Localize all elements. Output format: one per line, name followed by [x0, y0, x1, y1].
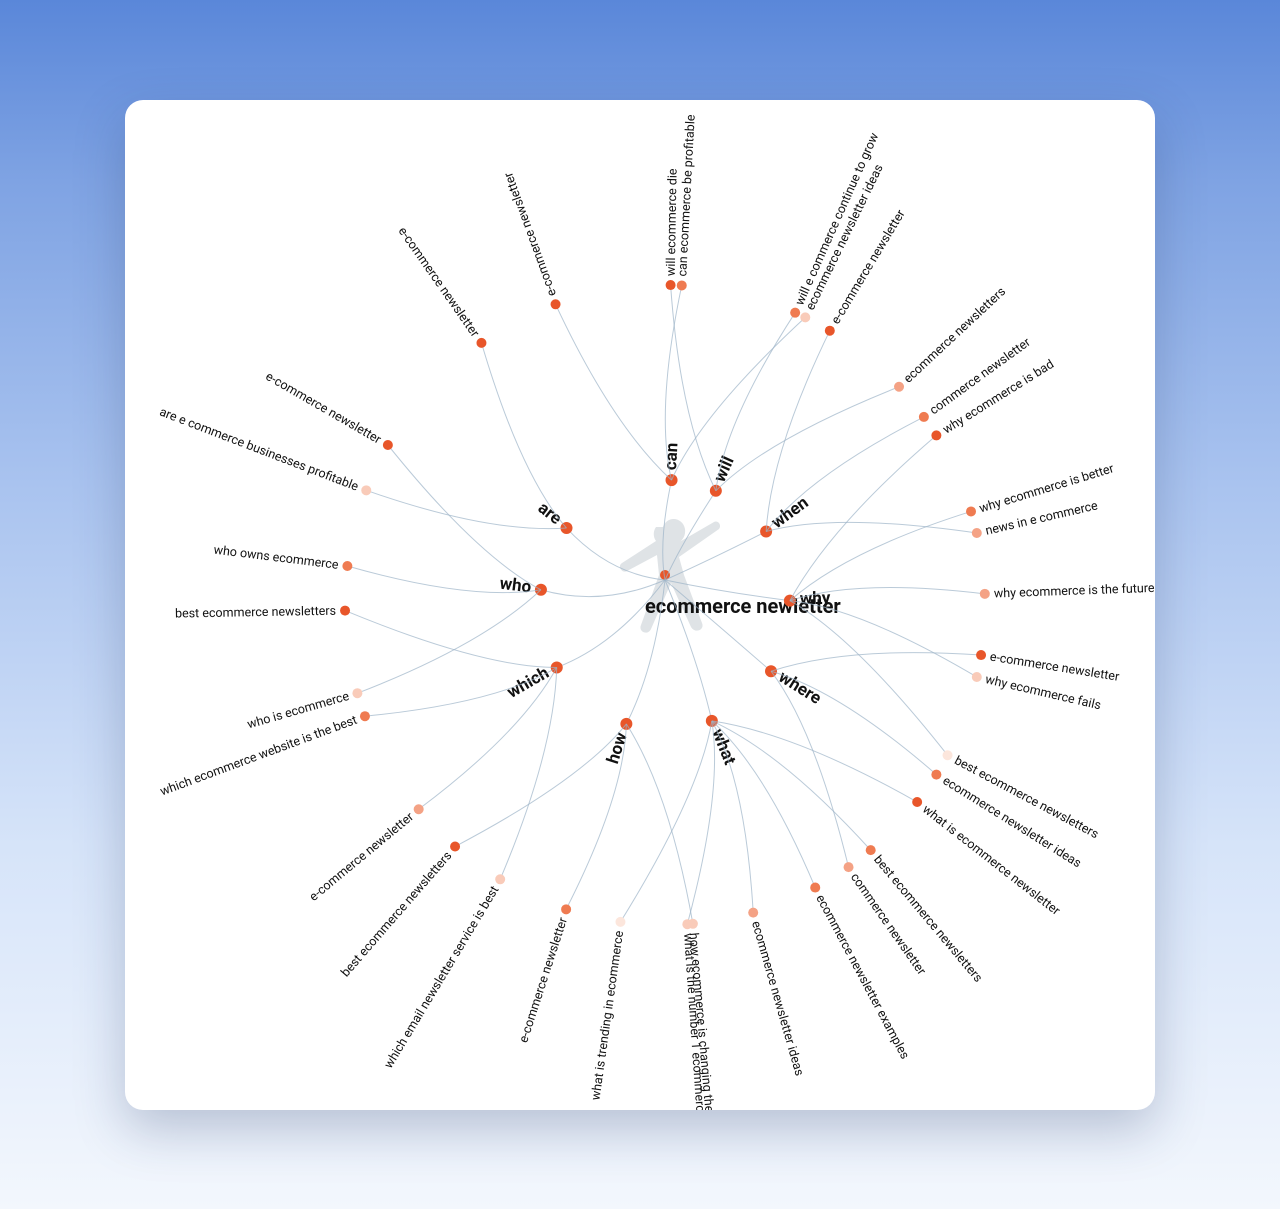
leaf-node	[966, 506, 976, 516]
leaf-label: ecommerce newsletter examples	[812, 892, 912, 1062]
leaf-node	[383, 440, 393, 450]
radial-diagram: ecommerce newlettercane-commerce newslet…	[125, 100, 1155, 1110]
leaf-node	[688, 918, 698, 928]
leaf-node	[561, 904, 571, 914]
leaf-label: why ecommerce is the future	[994, 580, 1155, 601]
leaf-node	[666, 280, 676, 290]
leaf-node	[931, 430, 941, 440]
leaf-node	[414, 804, 424, 814]
leaf-node	[495, 874, 505, 884]
diagram-card: ecommerce newlettercane-commerce newslet…	[125, 100, 1155, 1110]
leaf-node	[361, 485, 371, 495]
leaf-node	[340, 605, 350, 615]
leaf-label: will ecommerce die	[664, 167, 681, 275]
leaf-label: what is trending in ecommerce	[588, 929, 627, 1101]
leaf-label: e-commerce newsletter	[263, 369, 384, 448]
leaf-label: ecommerce newsletter ideas	[748, 919, 807, 1077]
leaf-node	[980, 588, 990, 598]
leaf-node	[800, 312, 810, 322]
leaf-node	[825, 325, 835, 335]
leaf-node	[919, 411, 929, 421]
leaf-node	[810, 882, 820, 892]
leaf-label: e-commerce newsletter	[516, 915, 571, 1045]
leaf-node	[912, 797, 922, 807]
leaf-label: e-commerce newsletter	[395, 224, 483, 340]
leaf-label: e-commerce newsletter	[307, 809, 418, 905]
leaf-node	[748, 907, 758, 917]
leaf-node	[551, 299, 561, 309]
leaf-node	[931, 769, 941, 779]
leaf-node	[894, 381, 904, 391]
leaf-node	[943, 750, 953, 760]
leaf-label: what is ecommerce newsletter	[919, 802, 1063, 919]
leaf-node	[866, 845, 876, 855]
leaf-node	[352, 688, 362, 698]
leaf-node	[360, 711, 370, 721]
leaf-node	[342, 561, 352, 571]
category-label-which: which	[504, 662, 553, 702]
category-label-how: how	[603, 729, 632, 766]
category-label-will: will	[710, 453, 739, 485]
leaf-label: e-commerce newsletter	[501, 169, 560, 298]
category-label-can: can	[661, 442, 682, 470]
leaf-node	[476, 337, 486, 347]
category-label-who: who	[499, 573, 533, 597]
category-label-are: are	[534, 498, 566, 529]
category-label-why: why	[800, 588, 832, 609]
leaf-node	[972, 528, 982, 538]
leaf-node	[790, 307, 800, 317]
leaf-label: who owns ecommerce	[213, 542, 340, 572]
leaf-node	[677, 280, 687, 290]
leaf-node	[972, 671, 982, 681]
leaf-node	[615, 916, 625, 926]
leaf-node	[450, 841, 460, 851]
leaf-node	[976, 650, 986, 660]
leaf-node	[844, 862, 854, 872]
leaf-label: best ecommerce newsletters	[175, 603, 336, 621]
